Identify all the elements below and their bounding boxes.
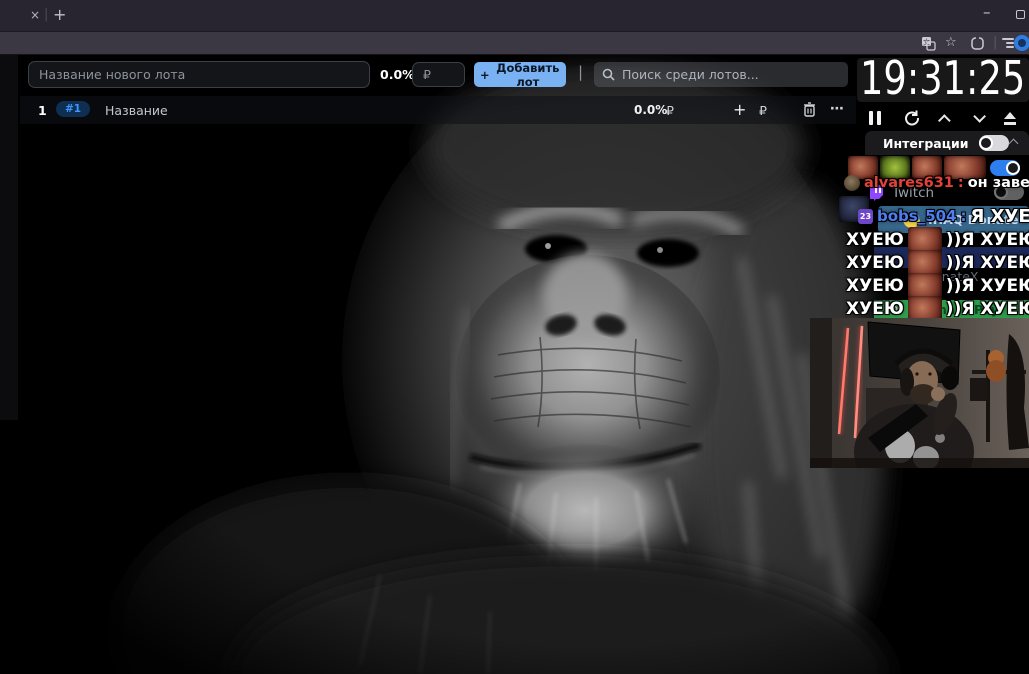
bookmark-star-icon[interactable]: ☆ <box>945 35 957 50</box>
chat-colon: : <box>960 207 967 225</box>
webcam-video <box>810 318 1029 468</box>
chat-text: ХУЕЮ <box>846 299 904 319</box>
lot-currency-label: ₽ <box>666 103 674 118</box>
extensions-icon[interactable] <box>970 36 985 51</box>
new-lot-percent-label: 0.0% <box>380 67 415 82</box>
chat-text: ))Я ХУЕЮ <box>945 230 1029 250</box>
lot-delete-button[interactable] <box>803 102 816 117</box>
lot-row[interactable]: 1 #1 Название 0.0% ₽ + ₽ ⋯ <box>20 96 856 124</box>
profile-avatar[interactable] <box>1014 35 1029 51</box>
integrations-header[interactable]: Интеграции <box>865 131 1029 155</box>
new-lot-amount-input[interactable] <box>412 62 465 87</box>
timer-value: 19:31:25 <box>860 55 1026 105</box>
collapse-chevron-icon[interactable] <box>1008 138 1019 149</box>
auction-app: 0.0% + Добавить лот | 1 #1 Название 0.0%… <box>0 55 1029 674</box>
restart-button[interactable] <box>903 109 921 127</box>
lot-name[interactable]: Название <box>105 103 168 118</box>
chat-text: ))Я ХУЕЮ <box>945 299 1029 319</box>
tab-close-button[interactable]: × <box>30 8 40 22</box>
chat-username: alvares631 <box>864 175 954 191</box>
sidebar-icon[interactable] <box>1001 36 1015 49</box>
pause-button[interactable] <box>869 111 881 125</box>
add-lot-button[interactable]: + Добавить лот <box>474 60 566 89</box>
integrations-title: Интеграции <box>883 135 969 151</box>
chat-text: он завел этот аук <box>967 175 1029 191</box>
chat-badge: 23 <box>858 208 873 224</box>
lot-id-badge: #1 <box>56 101 91 117</box>
chat-avatar <box>844 175 860 191</box>
browser-window: × | + – 文 ☆ | Название нового лота 0.0% … <box>0 0 1029 674</box>
chevron-down-button[interactable] <box>972 109 986 123</box>
window-restore-button[interactable] <box>1016 10 1025 19</box>
chat-colon: : <box>957 175 964 191</box>
search-lots-input[interactable] <box>594 62 848 87</box>
lot-index: 1 <box>38 103 47 118</box>
lot-currency-button[interactable]: ₽ <box>759 103 767 118</box>
browser-tab-bar: × | + – <box>0 0 1029 31</box>
plus-icon: + <box>480 67 490 82</box>
lot-more-button[interactable]: ⋯ <box>830 101 845 117</box>
lot-percent: 0.0% <box>634 103 668 117</box>
toolbar-separator: | <box>993 35 998 50</box>
translate-icon[interactable]: 文 <box>921 36 936 51</box>
integrations-toggle[interactable] <box>978 135 1009 151</box>
chat-text: ХУЕЮ <box>846 276 904 296</box>
add-lot-button-label: Добавить лот <box>496 60 560 89</box>
chat-username: bobs_504 <box>877 207 957 225</box>
chat-text: ХУЕЮ <box>846 230 904 250</box>
auction-timer: 19:31:25 <box>857 55 1029 105</box>
lot-add-amount-button[interactable]: + <box>733 100 746 119</box>
chat-text: ))Я ХУЕЮ <box>945 276 1029 296</box>
tab-separator: | <box>44 7 49 22</box>
twitch-toggle[interactable] <box>990 160 1020 176</box>
timer-controls <box>857 106 1029 130</box>
webcam-scene <box>810 318 1029 468</box>
eject-button[interactable] <box>1003 111 1017 125</box>
chat-text: ХУЕЮ <box>846 253 904 273</box>
browser-toolbar: 文 ☆ | <box>0 31 1029 55</box>
chat-text: Я ХУЕЮ <box>970 205 1029 227</box>
chevron-up-button[interactable] <box>938 113 951 127</box>
chat-message: alvares631 : он завел этот аук <box>844 175 1029 191</box>
new-tab-button[interactable]: + <box>53 5 66 24</box>
chat-text: ))Я ХУЕЮ <box>945 253 1029 273</box>
form-separator: | <box>578 63 584 81</box>
search-icon <box>602 68 615 81</box>
chat-message: 23 bobs_504 : Я ХУЕЮ )) <box>858 203 1029 229</box>
window-minimize-button[interactable]: – <box>983 3 991 21</box>
new-lot-name-input[interactable] <box>28 61 370 88</box>
left-edge-panel <box>0 55 18 420</box>
